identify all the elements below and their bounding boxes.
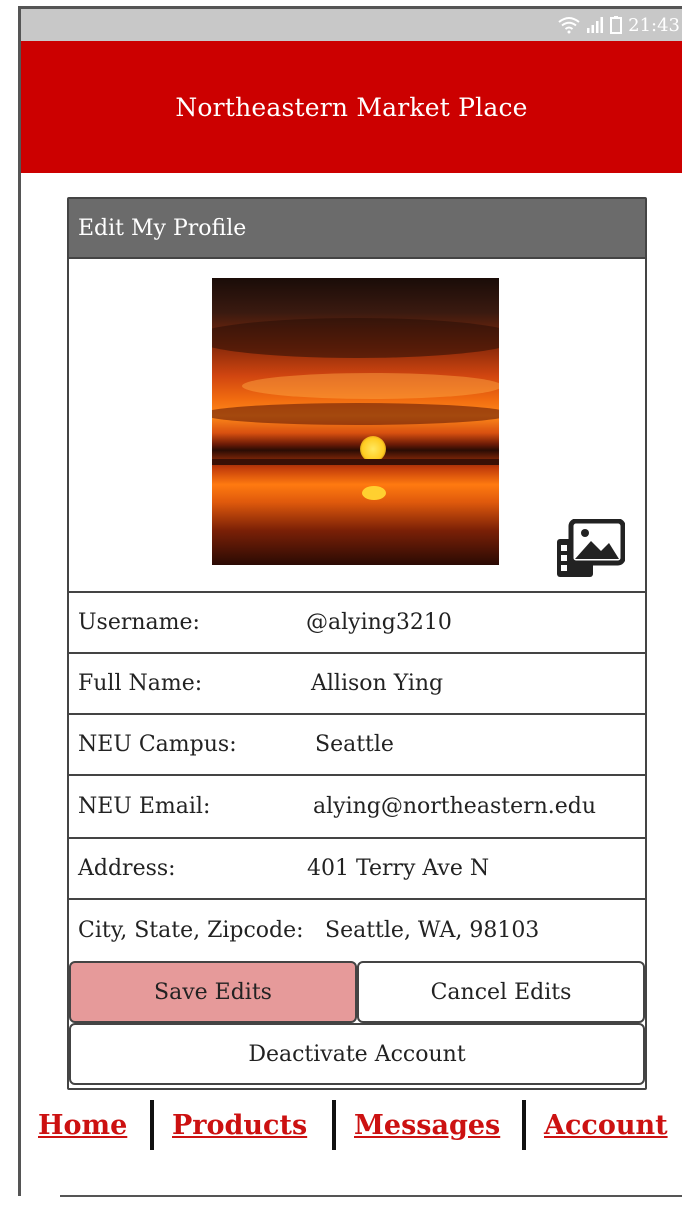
address-row: Address: 401 Terry Ave N [69, 839, 645, 900]
full-name-label: Full Name: [78, 671, 203, 696]
username-label: Username: [78, 610, 200, 635]
edit-profile-card: Edit My Profile Username: @alying3210 Fu… [67, 197, 647, 1090]
deactivate-row: Deactivate Account [69, 1023, 645, 1085]
card-header: Edit My Profile [69, 199, 645, 259]
signal-icon [586, 17, 604, 33]
city-state-zip-value[interactable]: Seattle, WA, 98103 [325, 918, 539, 943]
app-header: Northeastern Market Place [21, 41, 682, 173]
address-value[interactable]: 401 Terry Ave N [307, 856, 489, 881]
phone-frame: 21:43 Northeastern Market Place Edit My … [18, 6, 682, 1196]
card-title: Edit My Profile [78, 215, 247, 241]
save-edits-button[interactable]: Save Edits [69, 961, 357, 1023]
app-title: Northeastern Market Place [175, 92, 528, 122]
wifi-icon [558, 16, 580, 34]
city-state-zip-row: City, State, Zipcode: Seattle, WA, 98103 [69, 900, 645, 961]
bottom-rule [60, 1195, 682, 1197]
deactivate-account-button[interactable]: Deactivate Account [69, 1023, 645, 1085]
full-name-row: Full Name: Allison Ying [69, 654, 645, 715]
email-row: NEU Email: alying@northeastern.edu [69, 776, 645, 839]
campus-value[interactable]: Seattle [315, 732, 394, 757]
nav-separator [332, 1100, 336, 1150]
cancel-edits-button[interactable]: Cancel Edits [357, 961, 645, 1023]
username-row: Username: @alying3210 [69, 593, 645, 654]
username-value[interactable]: @alying3210 [306, 610, 452, 635]
full-name-value[interactable]: Allison Ying [311, 671, 443, 696]
bottom-nav: Home Products Messages Account [18, 1100, 682, 1150]
campus-row: NEU Campus: Seattle [69, 715, 645, 776]
nav-separator [150, 1100, 154, 1150]
battery-icon [610, 16, 623, 34]
nav-home-link[interactable]: Home [38, 1110, 127, 1141]
nav-account-link[interactable]: Account [544, 1110, 668, 1141]
nav-products-link[interactable]: Products [172, 1110, 307, 1141]
campus-label: NEU Campus: [78, 732, 237, 757]
city-state-zip-label: City, State, Zipcode: [78, 918, 304, 943]
address-label: Address: [78, 856, 176, 881]
nav-messages-link[interactable]: Messages [354, 1110, 500, 1141]
profile-photo[interactable] [212, 278, 499, 565]
profile-photo-area [69, 259, 645, 593]
gallery-icon[interactable] [555, 518, 626, 579]
status-bar: 21:43 [21, 9, 682, 41]
edit-buttons-row: Save Edits Cancel Edits [69, 961, 645, 1023]
email-value[interactable]: alying@northeastern.edu [313, 794, 596, 819]
status-time: 21:43 [628, 14, 680, 36]
email-label: NEU Email: [78, 794, 211, 819]
nav-separator [522, 1100, 526, 1150]
